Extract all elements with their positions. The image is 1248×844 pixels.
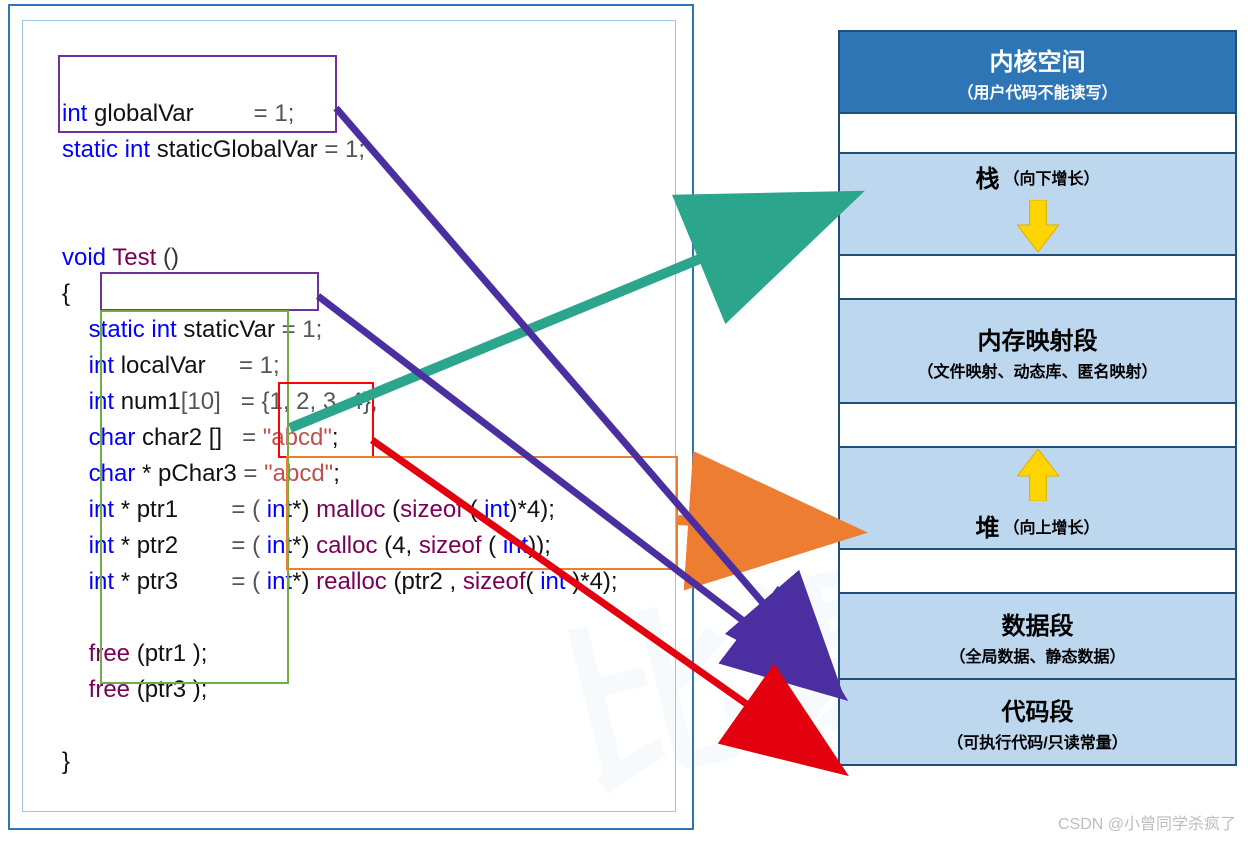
watermark-text: CSDN @小曾同学杀疯了 [1058,810,1236,834]
keyword: void [62,244,106,271]
row-stack-arrow [840,198,1235,254]
parens: () [163,244,179,271]
row-title: 内存映射段 [978,321,1098,356]
row-title: 栈 [975,159,999,194]
arrow-up-icon [1017,449,1059,501]
highlight-global-vars [58,55,337,133]
arrow-down-icon [1017,200,1059,252]
row-sub: （向下增长） [1003,165,1099,189]
row-title: 内核空间 [990,42,1086,77]
args: )*4); [572,568,617,595]
highlight-string-literals [278,382,374,458]
row-mmap: 内存映射段 （文件映射、动态库、匿名映射） [840,298,1235,402]
keyword: static int [62,136,150,163]
row-sub: （向上增长） [1003,514,1099,538]
highlight-static-var [100,272,319,311]
row-data-segment: 数据段 （全局数据、静态数据） [840,592,1235,678]
row-kernel: 内核空间 （用户代码不能读写） [840,32,1235,112]
mem-func: realloc [316,568,387,595]
arrow-orange [678,520,828,530]
row-gap1 [840,112,1235,152]
sizeof: sizeof [463,568,526,595]
assign: = 1; [324,136,365,163]
row-sub: （全局数据、静态数据） [949,643,1125,667]
row-sub: （文件映射、动态库、匿名映射） [917,358,1157,382]
ident: staticGlobalVar [150,136,318,163]
row-sub: （可执行代码/只读常量） [947,729,1127,753]
row-code-segment: 代码段 （可执行代码/只读常量） [840,678,1235,764]
highlight-local-vars [100,310,289,684]
row-title: 数据段 [1002,606,1074,641]
row-gap4 [840,548,1235,592]
highlight-heap-calls [286,456,678,570]
type: int [540,568,572,595]
row-gap2 [840,254,1235,298]
row-heap-arrow [840,446,1235,502]
row-heap-title: 堆 （向上增长） [840,502,1235,548]
row-sub: （用户代码不能读写） [957,79,1117,103]
memory-layout-table: 内核空间 （用户代码不能读写） 栈 （向下增长） 内存映射段 （文件映射、动态库… [838,30,1237,766]
args: ( [526,568,541,595]
func-name: Test [106,244,163,271]
cast-suffix: *) [292,568,316,595]
args: (ptr2 , [387,568,463,595]
row-stack-title: 栈 （向下增长） [840,152,1235,198]
row-gap3 [840,402,1235,446]
row-title: 代码段 [1002,692,1074,727]
row-title: 堆 [975,508,999,543]
diagram-root: 比课 int globalVar = 1; static int staticG… [0,0,1248,844]
brace: { [62,280,70,307]
brace: } [62,748,70,775]
